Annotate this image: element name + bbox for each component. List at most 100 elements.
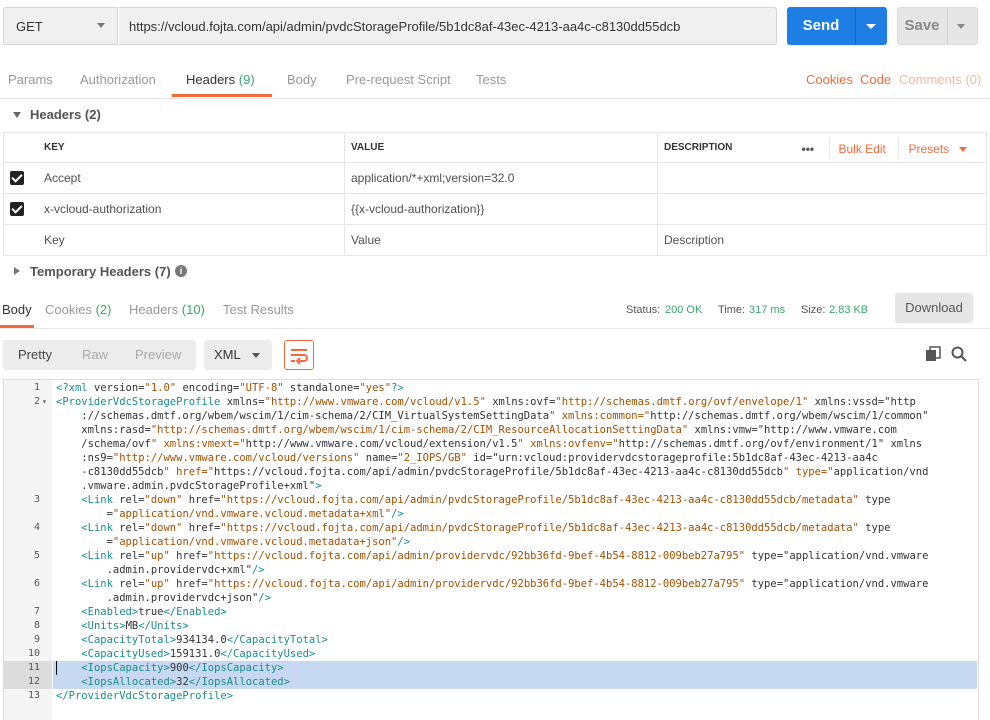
send-options-icon[interactable] — [866, 24, 876, 29]
presets-dropdown[interactable]: Presets — [909, 142, 950, 156]
tab-response-body[interactable]: Body — [2, 292, 32, 328]
tab-test-results[interactable]: Test Results — [223, 292, 294, 328]
tab-headers[interactable]: Headers (9) — [186, 62, 255, 98]
line-number: 10 — [27, 648, 40, 659]
send-label: Send — [802, 17, 840, 34]
key-input[interactable]: Key — [38, 224, 345, 256]
headers-section-title[interactable]: Headers (2) — [30, 107, 101, 122]
cookies-link[interactable]: Cookies — [806, 62, 853, 98]
method-label: GET — [16, 18, 43, 34]
header-description-cell[interactable] — [657, 162, 987, 194]
divider — [897, 138, 899, 158]
code-line: <CapacityTotal>934134.0</CapacityTotal> — [81, 634, 328, 646]
more-options-icon[interactable]: ••• — [802, 142, 815, 156]
code-line: <Link rel="up" href="https://vcloud.fojt… — [81, 550, 929, 562]
tab-resp-headers-label: Headers — [129, 302, 179, 317]
row-checkbox[interactable] — [10, 171, 24, 186]
code-line: <?xml version="1.0" encoding="UTF-8" sta… — [56, 382, 404, 394]
fold-toggle-icon[interactable]: ▾ — [42, 397, 47, 406]
size-label: Size: — [801, 304, 826, 316]
search-button[interactable] — [951, 346, 967, 365]
format-select[interactable]: XML — [204, 340, 272, 370]
code-line: .admin.providervdc+xml"/> — [56, 564, 265, 576]
bulk-edit-link[interactable]: Bulk Edit — [839, 142, 886, 156]
response-body-viewer[interactable]: 1 <?xml version="1.0" encoding="UTF-8" st… — [3, 379, 979, 720]
format-label: XML — [214, 347, 241, 362]
line-number: 3 — [33, 494, 40, 505]
table-row-new: Key Value Description — [3, 224, 987, 256]
status-label: Status: — [626, 304, 661, 316]
code-line: <Units>MB</Units> — [81, 620, 189, 632]
active-tab-underline — [172, 94, 272, 97]
size-value: 2.83 KB — [829, 304, 869, 316]
chevron-down-icon — [252, 353, 260, 358]
request-tabs: Params Authorization Headers (9) Body Pr… — [0, 62, 990, 99]
method-select[interactable]: GET — [3, 7, 118, 45]
url-input[interactable]: https://vcloud.fojta.com/api/admin/pvdcS… — [119, 7, 777, 45]
code-line: xmlns:rasd="http://schemas.dmtf.org/wbem… — [56, 424, 897, 436]
copy-button[interactable] — [925, 346, 941, 365]
line-number: 1 — [33, 382, 40, 393]
code-line: ="application/vnd.vmware.vcloud.metadata… — [56, 536, 411, 548]
expand-caret-icon[interactable] — [14, 267, 20, 275]
tab-cookies-count: (2) — [95, 302, 112, 317]
download-button[interactable]: Download — [895, 293, 973, 323]
description-column-header: DESCRIPTION ••• Bulk Edit Presets — [657, 132, 987, 163]
search-icon — [951, 346, 967, 362]
code-line: <Link rel="down" href="https://vcloud.fo… — [81, 494, 891, 506]
tab-params[interactable]: Params — [8, 62, 53, 98]
checkbox-column-header — [3, 132, 38, 163]
line-number: 2 — [33, 396, 40, 407]
value-column-header: VALUE — [344, 132, 658, 163]
code-line: ="application/vnd.vmware.vcloud.metadata… — [56, 508, 404, 520]
header-value-cell[interactable]: application/*+xml;version=32.0 — [344, 162, 658, 194]
tab-response-cookies[interactable]: Cookies (2) — [45, 292, 111, 328]
table-row: x-vcloud-authorization {{x-vcloud-author… — [3, 193, 987, 225]
wrap-lines-button[interactable] — [284, 340, 314, 370]
code-line: <ProviderVdcStorageProfile xmlns="http:/… — [56, 396, 916, 408]
table-header-row: KEY VALUE DESCRIPTION ••• Bulk Edit Pres… — [3, 132, 987, 163]
tab-response-headers[interactable]: Headers (10) — [129, 292, 205, 328]
tab-tests[interactable]: Tests — [476, 62, 506, 98]
view-mode-group: Pretty Raw Preview — [3, 340, 196, 370]
header-description-cell[interactable] — [657, 193, 987, 225]
pretty-button[interactable]: Pretty — [18, 340, 52, 370]
code-line: <Link rel="down" href="https://vcloud.fo… — [81, 522, 891, 534]
tab-prerequest-script[interactable]: Pre-request Script — [346, 62, 451, 98]
description-input[interactable]: Description — [657, 224, 987, 256]
line-number: 13 — [27, 690, 40, 701]
row-checkbox-cell — [3, 193, 38, 225]
comments-link[interactable]: Comments (0) — [899, 62, 981, 98]
info-icon[interactable]: i — [175, 265, 187, 277]
active-tab-underline — [0, 325, 34, 328]
header-value-cell[interactable]: {{x-vcloud-authorization}} — [344, 193, 658, 225]
code-link[interactable]: Code — [860, 62, 891, 98]
save-button[interactable]: Save — [897, 7, 978, 45]
code-line: <Link rel="up" href="https://vcloud.fojt… — [81, 578, 929, 590]
row-checkbox-cell — [3, 224, 38, 256]
time-value: 317 ms — [749, 304, 786, 316]
tab-headers-count: (9) — [238, 72, 255, 87]
description-label: DESCRIPTION — [664, 142, 733, 153]
line-number: 4 — [33, 522, 40, 533]
collapse-caret-icon[interactable] — [13, 112, 21, 118]
divider — [828, 138, 830, 158]
row-checkbox-cell — [3, 162, 38, 194]
tab-body[interactable]: Body — [287, 62, 317, 98]
line-number: 12 — [27, 676, 40, 687]
code-line: <IopsAllocated>32</IopsAllocated> — [81, 676, 290, 688]
row-checkbox[interactable] — [10, 202, 24, 217]
value-input[interactable]: Value — [344, 224, 658, 256]
line-number: 6 — [33, 578, 40, 589]
save-options-icon[interactable] — [957, 24, 965, 29]
send-button[interactable]: Send — [787, 7, 887, 45]
header-key-cell[interactable]: x-vcloud-authorization — [38, 193, 345, 225]
tab-authorization[interactable]: Authorization — [80, 62, 156, 98]
temporary-headers-title[interactable]: Temporary Headers (7) — [30, 264, 171, 279]
raw-button[interactable]: Raw — [82, 340, 108, 370]
code-line: <Enabled>true</Enabled> — [81, 606, 227, 618]
time-label: Time: — [718, 304, 746, 316]
code-line: .admin.providervdc+json"/> — [56, 592, 271, 604]
preview-button[interactable]: Preview — [135, 340, 181, 370]
header-key-cell[interactable]: Accept — [38, 162, 345, 194]
